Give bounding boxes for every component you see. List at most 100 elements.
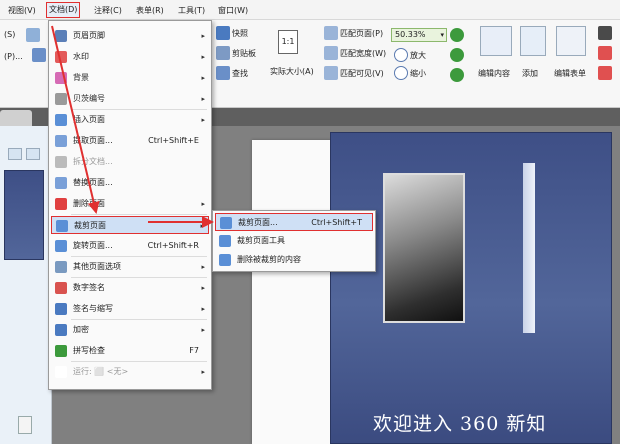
menu-item-label: 页眉页脚	[73, 31, 105, 40]
zoom-out-button[interactable]: 缩小	[410, 68, 426, 79]
thumbnail-option-icon[interactable]	[26, 148, 40, 160]
actual-size-icon[interactable]: 1:1	[278, 30, 298, 54]
document-menu-item[interactable]: 旋转页面... Ctrl+Shift+R	[51, 237, 209, 255]
menu-separator	[71, 361, 207, 362]
edit-form-icon[interactable]	[556, 26, 586, 56]
menu-item-icon	[55, 345, 67, 357]
menu-item-label: 裁剪页面	[74, 221, 106, 230]
menu-separator	[71, 214, 207, 215]
cover-title: 欢迎进入 360 新知	[373, 413, 547, 435]
document-tab[interactable]	[0, 110, 32, 126]
menu-item-icon	[55, 93, 67, 105]
refresh-icon[interactable]	[450, 68, 464, 82]
field-icon[interactable]	[598, 46, 612, 60]
menu-item-label: 拆分文档...	[73, 157, 113, 166]
document-menu-item[interactable]: 数字签名 ▸	[51, 279, 209, 297]
crop-submenu: 裁剪页面... Ctrl+Shift+T 裁剪页面工具删除被裁剪的内容	[212, 210, 376, 272]
document-menu-item[interactable]: 删除页面 ▸	[51, 195, 209, 213]
crop-icon	[219, 235, 231, 247]
document-menu-item[interactable]: 签名与缩写 ▸	[51, 300, 209, 318]
ribbon-left-p: (P)...	[4, 52, 23, 61]
clipboard-button[interactable]: 剪贴板	[232, 48, 256, 59]
menu-tools[interactable]: 工具(T)	[176, 4, 207, 17]
page-thumbnail[interactable]	[4, 170, 44, 260]
document-menu-item[interactable]: 替换页面...	[51, 174, 209, 192]
find-button[interactable]: 查找	[232, 68, 248, 79]
menu-item-icon	[55, 156, 67, 168]
menu-item-icon	[55, 72, 67, 84]
menu-item-label: 加密	[73, 325, 89, 334]
pages-icon[interactable]	[18, 416, 32, 434]
open-icon[interactable]	[32, 48, 46, 62]
fit-visible-icon[interactable]	[324, 66, 338, 80]
crop-submenu-item[interactable]: 裁剪页面工具	[215, 232, 373, 250]
document-menu-item[interactable]: 加密 ▸	[51, 321, 209, 339]
crop-submenu-item[interactable]: 删除被裁剪的内容	[215, 251, 373, 269]
snapshot-button[interactable]: 快照	[232, 28, 248, 39]
rotate-icon[interactable]	[450, 48, 464, 62]
edit-form-button[interactable]: 编辑表单	[554, 68, 586, 79]
zoom-select[interactable]: 50.33% ▾	[391, 28, 447, 42]
menu-item-icon	[55, 198, 67, 210]
crop-icon	[219, 254, 231, 266]
camera-icon[interactable]	[216, 26, 230, 40]
menu-separator	[71, 109, 207, 110]
menu-item-label: 替换页面...	[73, 178, 113, 187]
submenu-arrow-icon: ▸	[201, 200, 205, 208]
menu-item-label: 裁剪页面工具	[237, 236, 285, 245]
document-menu-item[interactable]: 页眉页脚 ▸	[51, 27, 209, 45]
edit-content-icon[interactable]	[480, 26, 512, 56]
actual-size-button[interactable]: 实际大小(A)	[270, 66, 314, 77]
document-menu-item[interactable]: 水印 ▸	[51, 48, 209, 66]
book-spine	[523, 163, 535, 333]
submenu-arrow-icon: ▸	[201, 32, 205, 40]
menu-item-icon	[55, 114, 67, 126]
fit-width-icon[interactable]	[324, 46, 338, 60]
edit-content-button[interactable]: 编辑内容	[478, 68, 510, 79]
menu-separator	[71, 277, 207, 278]
clipboard-icon[interactable]	[216, 46, 230, 60]
menu-item-icon	[55, 366, 67, 378]
add-button[interactable]: 添加	[522, 68, 538, 79]
menu-item-shortcut: Ctrl+Shift+R	[147, 241, 199, 250]
submenu-arrow-icon: ▸	[201, 368, 205, 376]
fit-width-button[interactable]: 匹配宽度(W)	[340, 48, 386, 59]
text-icon[interactable]	[598, 26, 612, 40]
document-menu-item[interactable]: 背景 ▸	[51, 69, 209, 87]
zoom-in-toolbar-icon[interactable]	[450, 28, 464, 42]
menu-item-label: 水印	[73, 52, 89, 61]
document-menu-item[interactable]: 插入页面 ▸	[51, 111, 209, 129]
document-menu-item[interactable]: 提取页面... Ctrl+Shift+E	[51, 132, 209, 150]
menu-window[interactable]: 窗口(W)	[216, 4, 250, 17]
menu-item-label: 签名与缩写	[73, 304, 113, 313]
mail-icon[interactable]	[26, 28, 40, 42]
box-icon[interactable]	[598, 66, 612, 80]
document-menu-item[interactable]: 拼写检查 F7	[51, 342, 209, 360]
menu-document[interactable]: 文档(D)	[46, 2, 81, 18]
binoculars-icon[interactable]	[216, 66, 230, 80]
add-icon[interactable]	[520, 26, 546, 56]
document-menu: 页眉页脚 ▸ 水印 ▸ 背景 ▸ 贝茨编号 ▸ 插入页面 ▸ 提取页面... Ctrl+Shift+E…	[48, 20, 212, 390]
menu-form[interactable]: 表单(R)	[134, 4, 166, 17]
document-menu-item: 拆分文档...	[51, 153, 209, 171]
zoom-in-button[interactable]: 放大	[410, 50, 426, 61]
menu-item-icon	[55, 30, 67, 42]
menu-item-label: 运行: ⬜ <无>	[73, 367, 129, 376]
fit-page-icon[interactable]	[324, 26, 338, 40]
zoom-out-icon[interactable]	[394, 66, 408, 80]
document-menu-item[interactable]: 其他页面选项 ▸	[51, 258, 209, 276]
zoom-in-icon[interactable]	[394, 48, 408, 62]
submenu-arrow-icon: ▸	[201, 326, 205, 334]
menu-item-shortcut: F7	[189, 346, 199, 355]
document-menu-item[interactable]: 贝茨编号 ▸	[51, 90, 209, 108]
thumbnail-option-icon[interactable]	[8, 148, 22, 160]
menu-item-label: 插入页面	[73, 115, 105, 124]
menu-comment[interactable]: 注释(C)	[92, 4, 124, 17]
menu-view[interactable]: 视图(V)	[6, 4, 38, 17]
crop-submenu-item[interactable]: 裁剪页面... Ctrl+Shift+T	[215, 213, 373, 231]
menu-item-icon	[55, 261, 67, 273]
fit-visible-button[interactable]: 匹配可见(V)	[340, 68, 384, 79]
document-menu-item[interactable]: 裁剪页面 ▸	[51, 216, 209, 234]
submenu-arrow-icon: ▸	[201, 284, 205, 292]
fit-page-button[interactable]: 匹配页面(P)	[340, 28, 383, 39]
